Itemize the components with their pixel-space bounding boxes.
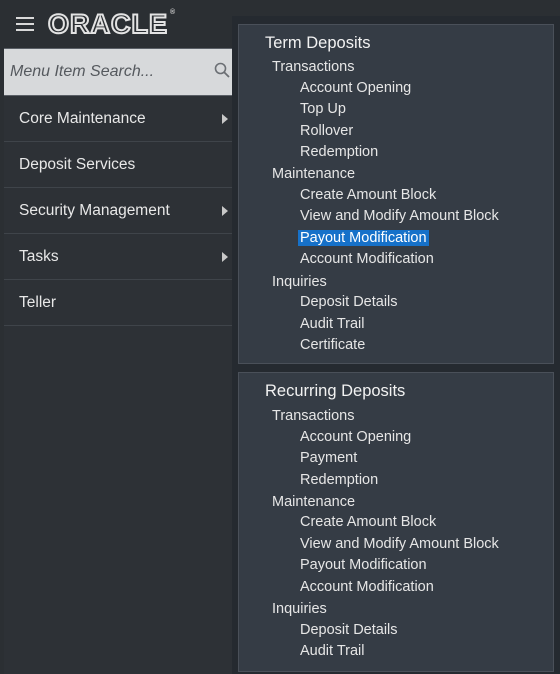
hamburger-menu-icon[interactable]: [16, 17, 34, 31]
menu-link-top-up[interactable]: Top Up: [298, 101, 348, 117]
left-navigation: ORACLE® Core Maintenance Deposit Service…: [4, 0, 236, 674]
menu-link-view-modify-amount-block[interactable]: View and Modify Amount Block: [298, 208, 501, 224]
top-bar: ORACLE ®: [4, 0, 236, 48]
oracle-logo: ORACLE ®: [47, 8, 177, 40]
nav-item-label: Teller: [19, 293, 57, 311]
logo-text: ORACLE: [47, 8, 168, 40]
menu-link-account-opening[interactable]: Account Opening: [298, 429, 413, 445]
menu-link-create-amount-block[interactable]: Create Amount Block: [298, 187, 438, 203]
menu-link-rollover[interactable]: Rollover: [298, 123, 355, 139]
menu-link-payment[interactable]: Payment: [298, 450, 359, 466]
menu-link-view-modify-amount-block[interactable]: View and Modify Amount Block: [298, 536, 501, 552]
category-inquiries: Inquiries: [272, 274, 327, 290]
menu-link-certificate[interactable]: Certificate: [298, 337, 367, 353]
nav-item-label: Security Management: [19, 201, 170, 219]
menu-link-redemption[interactable]: Redemption: [298, 144, 380, 160]
menu-link-payout-modification[interactable]: Payout Modification: [298, 557, 429, 573]
menu-link-create-amount-block[interactable]: Create Amount Block: [298, 514, 438, 530]
menu-link-audit-trail[interactable]: Audit Trail: [298, 643, 366, 659]
registered-mark: ®: [170, 8, 177, 16]
panel-title: Term Deposits: [265, 34, 371, 52]
term-deposits-panel: Term Deposits Transactions Account Openi…: [238, 24, 554, 364]
category-inquiries: Inquiries: [272, 601, 327, 617]
nav-item-teller[interactable]: Teller: [4, 280, 236, 326]
category-transactions: Transactions: [272, 408, 355, 424]
menu-link-deposit-details[interactable]: Deposit Details: [298, 622, 400, 638]
nav-item-label: Tasks: [19, 247, 59, 265]
nav-item-security-management[interactable]: Security Management: [4, 188, 236, 234]
menu-link-deposit-details[interactable]: Deposit Details: [298, 294, 400, 310]
category-maintenance: Maintenance: [272, 166, 356, 182]
nav-item-label: Deposit Services: [19, 155, 136, 173]
chevron-right-icon: [222, 205, 228, 216]
panel-title: Recurring Deposits: [265, 382, 406, 400]
menu-link-payout-modification[interactable]: Payout Modification: [298, 230, 429, 246]
menu-search: [4, 48, 236, 96]
category-maintenance: Maintenance: [272, 494, 356, 510]
menu-link-account-modification[interactable]: Account Modification: [298, 251, 436, 267]
search-input[interactable]: [4, 49, 236, 95]
nav-item-deposit-services[interactable]: Deposit Services: [4, 142, 236, 188]
menu-link-redemption[interactable]: Redemption: [298, 472, 380, 488]
menu-link-audit-trail[interactable]: Audit Trail: [298, 316, 366, 332]
nav-item-core-maintenance[interactable]: Core Maintenance: [4, 96, 236, 142]
category-transactions: Transactions: [272, 59, 355, 75]
search-icon[interactable]: [214, 62, 230, 78]
chevron-right-icon: [222, 113, 228, 124]
nav-item-label: Core Maintenance: [19, 109, 146, 127]
menu-link-account-modification[interactable]: Account Modification: [298, 579, 436, 595]
chevron-right-icon: [222, 251, 228, 262]
menu-link-account-opening[interactable]: Account Opening: [298, 80, 413, 96]
recurring-deposits-panel: Recurring Deposits Transactions Account …: [238, 372, 554, 672]
nav-item-tasks[interactable]: Tasks: [4, 234, 236, 280]
